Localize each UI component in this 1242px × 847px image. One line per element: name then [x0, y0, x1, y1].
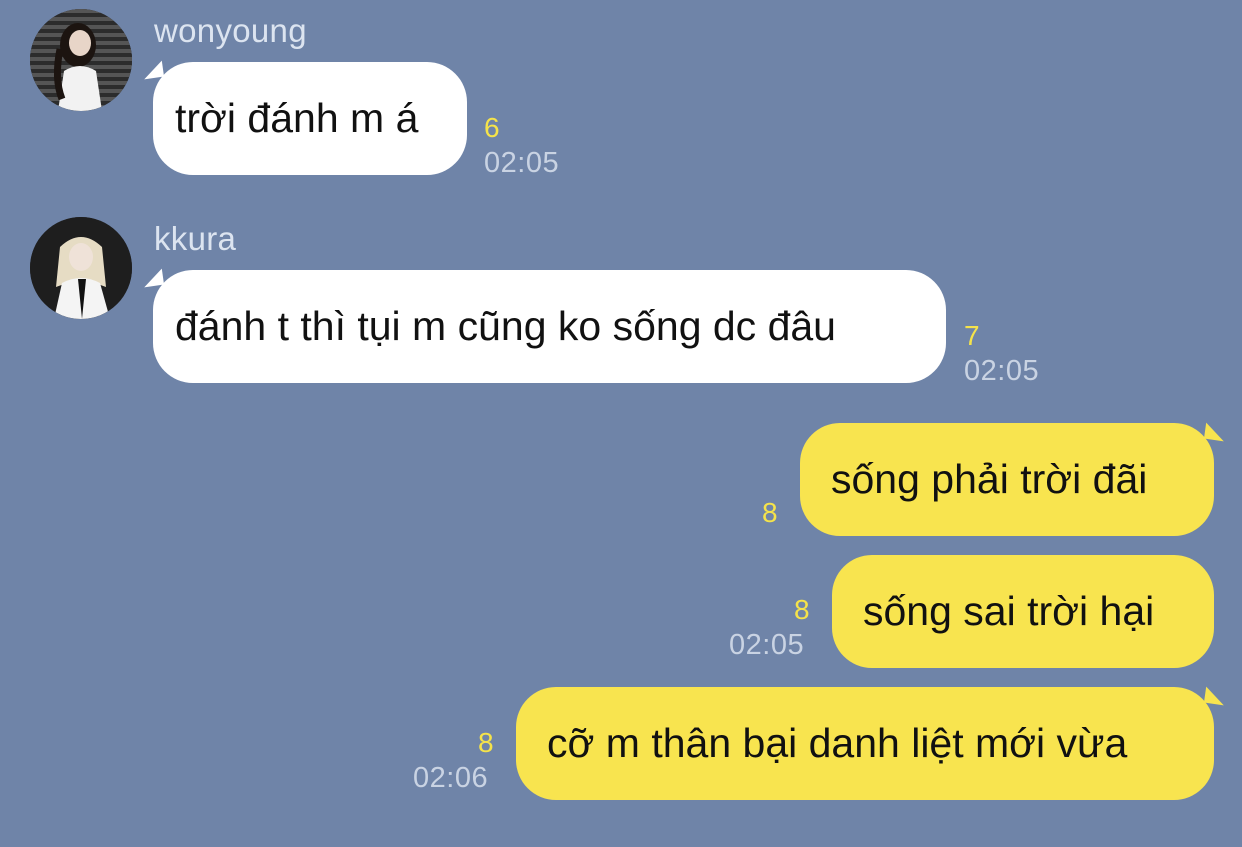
message-bubble[interactable]: sống phải trời đãi — [800, 423, 1214, 536]
message-bubble[interactable]: đánh t thì tụi m cũng ko sống dc đâu — [153, 270, 946, 383]
read-count: 7 — [964, 320, 980, 351]
message-bubble[interactable]: cỡ m thân bại danh liệt mới vừa — [516, 687, 1214, 800]
read-count: 8 — [478, 727, 494, 758]
bubble-tail — [1203, 422, 1227, 442]
bubble-tail — [1203, 686, 1227, 706]
message-bubble[interactable]: trời đánh m á — [153, 62, 467, 175]
timestamp: 02:05 — [729, 629, 805, 661]
read-count: 6 — [484, 112, 500, 143]
avatar-kkura-icon[interactable] — [30, 217, 132, 319]
avatar-wonyoung-icon[interactable] — [30, 9, 132, 111]
sender-name: wonyoung — [154, 12, 307, 49]
sender-name: kkura — [154, 220, 237, 257]
timestamp: 02:05 — [964, 355, 1040, 387]
chat-window: wonyoung trời đánh m á 6 02:05 kkura đán… — [0, 0, 1242, 847]
read-count: 8 — [794, 594, 810, 625]
timestamp: 02:06 — [413, 762, 489, 794]
message-bubble[interactable]: sống sai trời hại — [832, 555, 1214, 668]
read-count: 8 — [762, 497, 778, 528]
timestamp: 02:05 — [484, 147, 560, 179]
